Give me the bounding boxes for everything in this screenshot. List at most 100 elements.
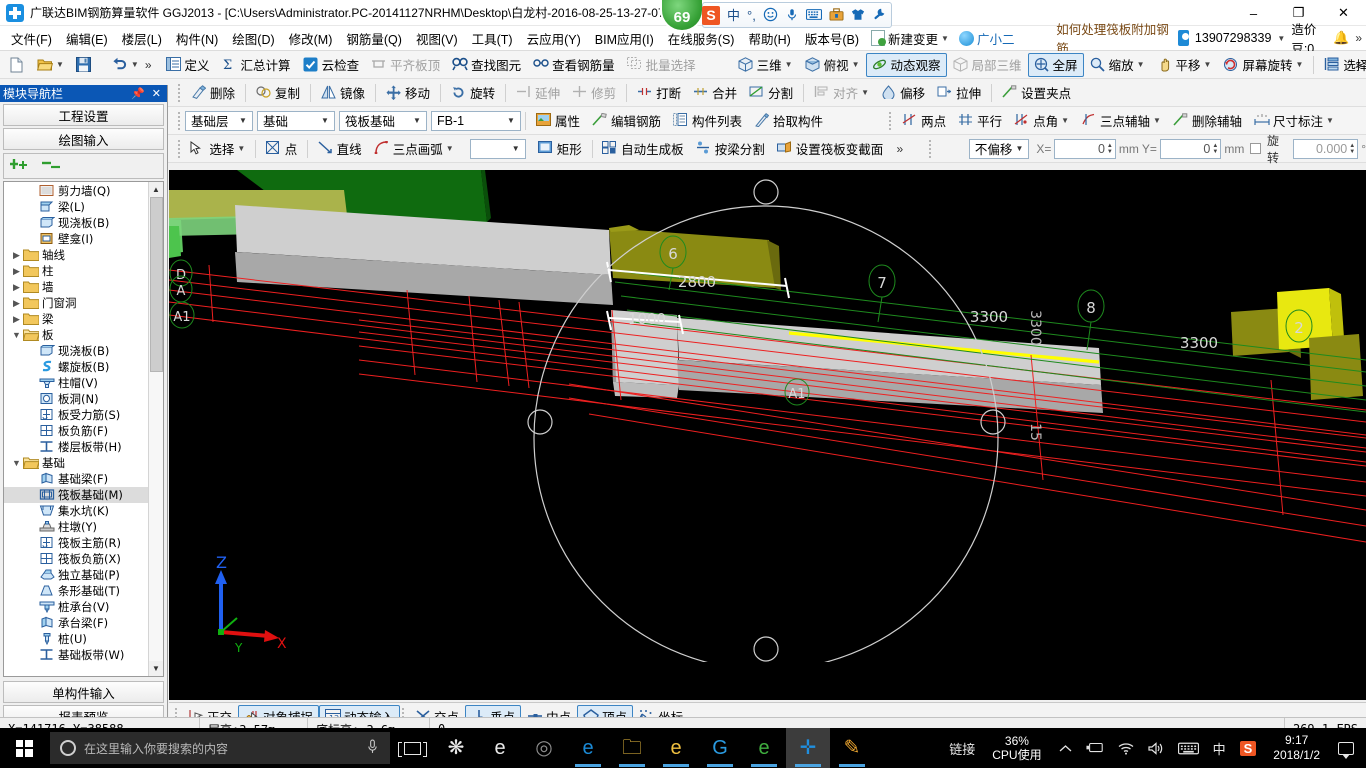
tree-item[interactable]: 螺旋板(B)	[4, 359, 148, 375]
chevron-right-icon[interactable]: ▶	[10, 314, 23, 325]
notification-icon[interactable]	[1330, 741, 1362, 759]
keyboard-icon[interactable]	[1171, 728, 1206, 768]
tree-scrollbar[interactable]: ▲ ▼	[148, 182, 163, 676]
wifi-icon[interactable]	[1111, 728, 1141, 768]
undo-button[interactable]: ▼	[106, 53, 145, 77]
edge-app[interactable]: e	[566, 728, 610, 768]
open-file-chevron-down-icon[interactable]: ▼	[56, 60, 64, 69]
undo-chevron-down-icon[interactable]: ▼	[131, 60, 139, 69]
tree-item[interactable]: ▶ 梁	[4, 311, 148, 327]
chevron-down-icon[interactable]: ▼	[10, 330, 23, 340]
tree-scroll-thumb[interactable]	[149, 197, 163, 372]
batch-select-button[interactable]: 批量选择	[621, 53, 702, 77]
split-by-beam-button[interactable]: 按梁分割	[690, 137, 771, 161]
task-view-icon[interactable]	[390, 728, 434, 768]
file-explorer-app[interactable]: 🗀	[610, 728, 654, 768]
tree-item[interactable]: 桩(U)	[4, 631, 148, 647]
user-account-icon[interactable]	[1177, 30, 1189, 46]
tree-item[interactable]: ▶ 柱	[4, 263, 148, 279]
pick-component-button[interactable]: 拾取构件	[748, 109, 829, 133]
tree-item[interactable]: 柱墩(Y)	[4, 519, 148, 535]
ime-emoji-icon[interactable]	[763, 7, 778, 24]
tree-item[interactable]: 独立基础(P)	[4, 567, 148, 583]
line-tool-button[interactable]: 直线	[312, 137, 368, 161]
offset-mode-chevron-down-icon[interactable]: ▼	[1012, 144, 1026, 153]
trim-button[interactable]: 修剪	[566, 81, 622, 105]
offset-button[interactable]: 偏移	[875, 81, 931, 105]
tree-item[interactable]: 板受力筋(S)	[4, 407, 148, 423]
chevron-right-icon[interactable]: ▶	[10, 282, 23, 293]
two-point-axis-button[interactable]: 两点	[896, 109, 952, 133]
menu-version[interactable]: 版本号(B)	[798, 26, 866, 51]
y-offset-input[interactable]: 0 ▲ ▼	[1159, 138, 1222, 159]
stretch-button[interactable]: 拉伸	[931, 81, 987, 105]
tree-item[interactable]: 集水坑(K)	[4, 503, 148, 519]
component-type-chevron-down-icon[interactable]: ▼	[410, 116, 424, 125]
ime-skin-icon[interactable]	[851, 7, 865, 24]
category-selector-chevron-down-icon[interactable]: ▼	[318, 116, 332, 125]
menu-floor[interactable]: 楼层(L)	[115, 26, 169, 51]
open-file-button[interactable]: ▼	[31, 53, 70, 77]
toolbar-overflow-right-1[interactable]: »	[1355, 58, 1362, 72]
view-3d-button[interactable]: 三维 ▼	[732, 53, 799, 77]
rotate-input[interactable]: 0.000 ▲ ▼	[1292, 138, 1359, 159]
chevron-right-icon[interactable]: ▶	[10, 266, 23, 277]
glodon-ggj-app[interactable]: ✛	[786, 728, 830, 768]
cpu-usage-indicator[interactable]: 36% CPU使用	[982, 734, 1051, 762]
component-list-button[interactable]: 构件列表	[667, 109, 748, 133]
ie-old-app[interactable]: e	[478, 728, 522, 768]
close-icon[interactable]: ✕	[152, 87, 161, 100]
tree-item[interactable]: 现浇板(B)	[4, 343, 148, 359]
floor-selector[interactable]: 基础层 ▼	[185, 110, 253, 131]
chevron-down-icon[interactable]: ▼	[10, 458, 23, 468]
battery-icon[interactable]	[1079, 728, 1111, 768]
rectangle-tool-button[interactable]: 矩形	[532, 137, 588, 161]
screen-rotate-chevron-down-icon[interactable]: ▼	[1295, 60, 1303, 69]
ime-voice-icon[interactable]	[785, 7, 799, 24]
zoom-button[interactable]: 缩放 ▼	[1084, 53, 1151, 77]
menu-rebar-qty[interactable]: 钢筋量(Q)	[339, 26, 409, 51]
pan-button[interactable]: 平移 ▼	[1151, 53, 1218, 77]
copy-button[interactable]: 复制	[250, 81, 306, 105]
scroll-up-icon[interactable]: ▲	[148, 182, 163, 197]
project-settings-button[interactable]: 工程设置	[3, 104, 164, 126]
menu-draw[interactable]: 绘图(D)	[225, 26, 281, 51]
ime-settings-icon[interactable]	[872, 7, 886, 24]
tree-item[interactable]: 基础板带(W)	[4, 647, 148, 663]
new-change-button[interactable]: 新建变更 ▼	[866, 27, 954, 50]
split-button[interactable]: 分割	[743, 81, 799, 105]
tree-item[interactable]: ▶ 轴线	[4, 247, 148, 263]
tree-item[interactable]: ▼ 板	[4, 327, 148, 343]
view-3d-chevron-down-icon[interactable]: ▼	[785, 60, 793, 69]
zoom-chevron-down-icon[interactable]: ▼	[1137, 60, 1145, 69]
set-grip-button[interactable]: 设置夹点	[996, 81, 1077, 105]
menu-modify[interactable]: 修改(M)	[282, 26, 340, 51]
tree-item[interactable]: 板洞(N)	[4, 391, 148, 407]
scroll-down-icon[interactable]: ▼	[148, 661, 163, 676]
tree-item[interactable]: 筏板负筋(X)	[4, 551, 148, 567]
pan-chevron-down-icon[interactable]: ▼	[1204, 60, 1212, 69]
view-rebar-qty-button[interactable]: 查看钢筋量	[527, 53, 621, 77]
sogou-tray-icon[interactable]: S	[1233, 728, 1264, 768]
chevron-up-icon[interactable]	[1052, 728, 1079, 768]
menu-help[interactable]: 帮助(H)	[741, 26, 797, 51]
ime-mode-icon[interactable]: 中	[727, 9, 740, 22]
pin-icon[interactable]: 📌	[131, 87, 145, 100]
x-offset-input[interactable]: 0 ▲ ▼	[1054, 138, 1116, 159]
taskbar-search-box[interactable]: 在这里输入你要搜索的内容	[50, 732, 390, 764]
top-view-chevron-down-icon[interactable]: ▼	[852, 60, 860, 69]
tree-item[interactable]: 板负筋(F)	[4, 423, 148, 439]
delete-button[interactable]: 删除	[185, 81, 241, 105]
y-offset-spinner[interactable]: ▲ ▼	[1212, 143, 1218, 155]
spiral-app[interactable]: ◎	[522, 728, 566, 768]
360-browser-app[interactable]: G	[698, 728, 742, 768]
menu-component[interactable]: 构件(N)	[169, 26, 225, 51]
tree-item[interactable]: 剪力墙(Q)	[4, 183, 148, 199]
tree-item[interactable]: 梁(L)	[4, 199, 148, 215]
dimension-chevron-down-icon[interactable]: ▼	[1326, 116, 1334, 125]
rotate-checkbox[interactable]	[1250, 143, 1261, 154]
screen-rotate-button[interactable]: 屏幕旋转 ▼	[1217, 53, 1309, 77]
sogou-pinyin-app[interactable]: ❋	[434, 728, 478, 768]
volume-icon[interactable]	[1141, 728, 1171, 768]
tree-item[interactable]: ▶ 门窗洞	[4, 295, 148, 311]
